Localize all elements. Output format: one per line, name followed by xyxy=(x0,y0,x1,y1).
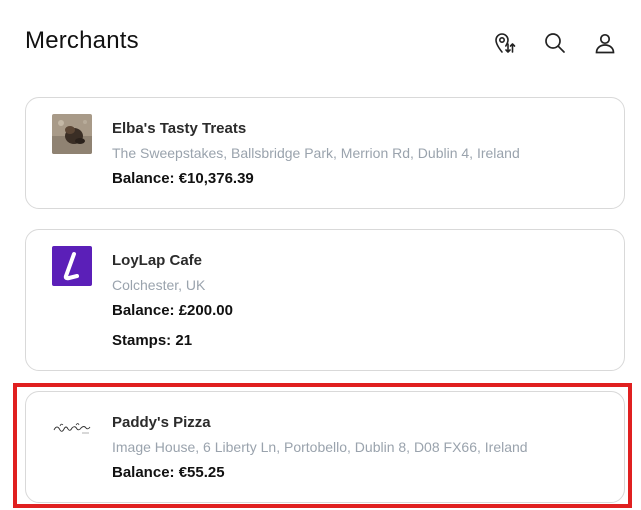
loylap-logo xyxy=(52,246,92,286)
merchant-balance: Balance: €10,376.39 xyxy=(112,170,254,187)
search-icon[interactable] xyxy=(543,31,567,55)
merchant-stamps: Stamps: 21 xyxy=(112,332,193,349)
location-sort-icon[interactable] xyxy=(493,31,517,55)
dog-photo-logo xyxy=(52,114,92,154)
merchant-address: Image House, 6 Liberty Ln, Portobello, D… xyxy=(112,439,528,455)
merchant-balance: Balance: €55.25 xyxy=(112,464,225,481)
merchant-name: LoyLap Cafe xyxy=(112,252,203,269)
script-text-logo xyxy=(52,408,92,448)
merchant-name: Elba's Tasty Treats xyxy=(112,120,247,137)
merchant-balance: Balance: £200.00 xyxy=(112,302,233,319)
app-header: Merchants xyxy=(0,0,641,80)
merchant-address: The Sweepstakes, Ballsbridge Park, Merri… xyxy=(112,145,520,161)
merchant-name: Paddy's Pizza xyxy=(112,414,211,431)
user-icon[interactable] xyxy=(593,31,617,55)
merchant-card-loylap-cafe[interactable]: LoyLap Cafe Colchester, UK Balance: £200… xyxy=(25,229,625,371)
page-title: Merchants xyxy=(25,27,139,54)
merchant-card-elbas-tasty-treats[interactable]: Elba's Tasty Treats The Sweepstakes, Bal… xyxy=(25,97,625,209)
merchant-address: Colchester, UK xyxy=(112,277,206,293)
merchant-card-paddys-pizza[interactable]: Paddy's Pizza Image House, 6 Liberty Ln,… xyxy=(25,391,625,503)
